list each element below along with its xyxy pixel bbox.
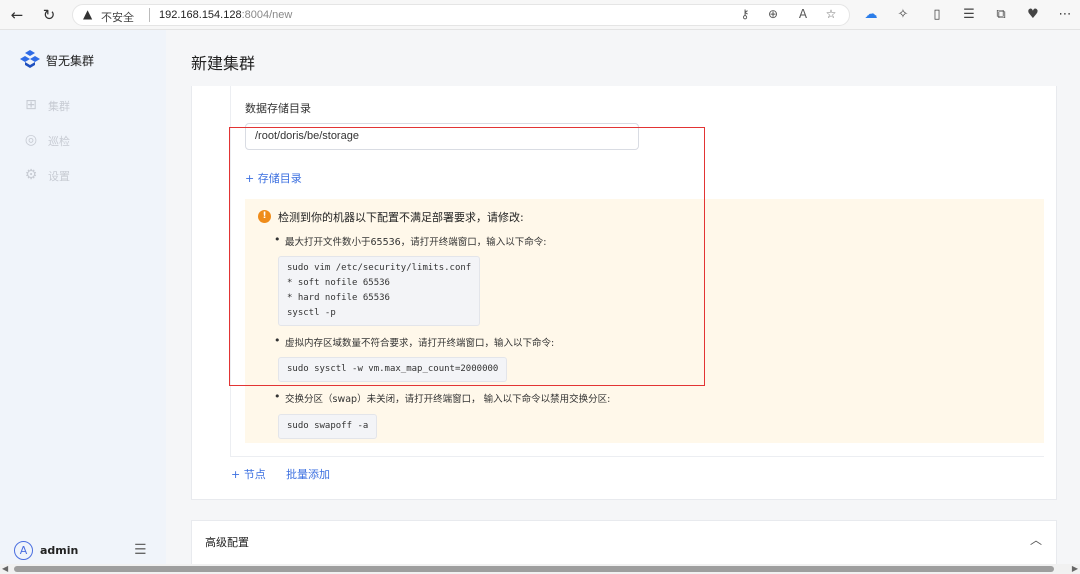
zoom-icon[interactable]: ⊕ (765, 7, 781, 21)
more-icon[interactable]: ⋯ (1056, 6, 1074, 24)
main-content: 新建集群 数据存储目录 /root/doris/be/storage + 存储目… (166, 30, 1080, 564)
sidebar-item-settings[interactable]: ⚙ 设置 (22, 166, 142, 186)
warning-item: 交换分区（swap）未关闭，请打开终端窗口， 输入以下命令以禁用交换分区: (274, 390, 610, 405)
advanced-config-title: 高级配置 (205, 536, 249, 549)
favorites-list-icon[interactable]: ☰ (960, 6, 978, 24)
security-label: 不安全 (101, 11, 134, 24)
warning-title: 检测到你的机器以下配置不满足部署要求，请修改: (278, 211, 524, 224)
key-icon[interactable]: ⚷ (737, 7, 753, 21)
gear-icon: ⚙ (24, 167, 38, 183)
back-icon[interactable]: ← (6, 5, 28, 25)
code-block: sudo swapoff -a (278, 414, 378, 439)
sidebar-item-label: 设置 (48, 170, 70, 183)
browser-toolbar: ← ↻ ▲ 不安全 192.168.154.128:8004/new ⚷ ⊕ A… (0, 0, 1080, 30)
advanced-config-card[interactable]: 高级配置 ︿ (191, 520, 1057, 564)
horizontal-scrollbar[interactable]: ◀ ▶ (0, 564, 1080, 574)
favorite-icon[interactable]: ☆ (823, 7, 839, 21)
sidebar-item-inspect[interactable]: ◎ 巡检 (22, 131, 142, 151)
divider (230, 456, 1044, 457)
address-bar[interactable]: ▲ 不安全 192.168.154.128:8004/new ⚷ ⊕ A ☆ (72, 4, 850, 26)
inspect-icon: ◎ (24, 132, 38, 148)
scrollbar-thumb[interactable] (14, 566, 1054, 572)
split-screen-icon[interactable]: ▯ (928, 6, 946, 24)
sidebar-item-cluster[interactable]: ⊞ 集群 (22, 96, 142, 116)
cluster-form-card: 数据存储目录 /root/doris/be/storage + 存储目录 ! 检… (191, 86, 1057, 500)
divider (149, 8, 150, 22)
code-block: sudo vim /etc/security/limits.conf * sof… (278, 256, 481, 326)
url-text[interactable]: 192.168.154.128:8004/new (159, 9, 292, 21)
page-title: 新建集群 (191, 54, 256, 73)
sidebar-item-label: 集群 (48, 100, 70, 113)
extensions-icon[interactable]: ✧ (894, 6, 912, 24)
extension-cloud-icon[interactable]: ☁ (862, 6, 880, 24)
reload-icon[interactable]: ↻ (38, 5, 60, 25)
chevron-up-icon[interactable]: ︿ (1030, 531, 1042, 548)
sidebar: 智无集群 ⊞ 集群 ◎ 巡检 ⚙ 设置 A admin ☰ (0, 30, 166, 564)
brand-name: 智无集群 (46, 54, 95, 68)
warning-item: 最大打开文件数小于65536，请打开终端窗口，输入以下命令: (274, 233, 546, 248)
code-block: sudo sysctl -w vm.max_map_count=2000000 (278, 357, 508, 382)
batch-add-button[interactable]: 批量添加 (286, 466, 330, 482)
read-aloud-icon[interactable]: A (795, 7, 811, 21)
user-info[interactable]: A admin ☰ (14, 541, 154, 561)
scroll-left-icon[interactable]: ◀ (2, 564, 8, 574)
warning-item: 虚拟内存区域数量不符合要求，请打开终端窗口，输入以下命令: (274, 334, 554, 349)
storage-dir-label: 数据存储目录 (245, 102, 311, 115)
add-node-button[interactable]: + 节点 (231, 466, 266, 482)
cluster-icon: ⊞ (25, 97, 37, 113)
sidebar-item-label: 巡检 (48, 135, 70, 148)
collapse-menu-icon[interactable]: ☰ (134, 542, 147, 558)
logo-icon (20, 50, 40, 68)
username: admin (40, 544, 79, 557)
requirement-warning: ! 检测到你的机器以下配置不满足部署要求，请修改: 最大打开文件数小于65536… (245, 199, 1044, 443)
avatar: A (14, 541, 33, 560)
storage-dir-input[interactable]: /root/doris/be/storage (245, 123, 639, 150)
add-storage-dir-button[interactable]: + 存储目录 (245, 170, 302, 186)
scroll-right-icon[interactable]: ▶ (1072, 564, 1078, 574)
warning-icon: ! (258, 210, 271, 223)
divider (230, 86, 231, 456)
browser-essentials-icon[interactable]: ♥ (1024, 6, 1042, 24)
warning-icon: ▲ (83, 7, 93, 21)
collections-icon[interactable]: ⧉ (992, 6, 1010, 24)
